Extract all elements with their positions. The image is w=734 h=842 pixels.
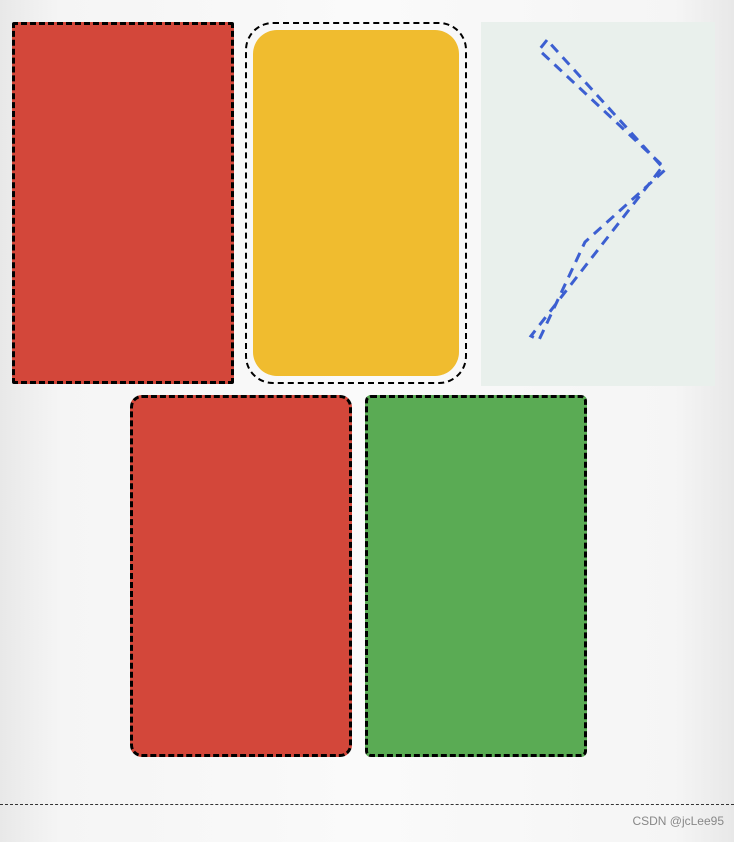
arrow-icon: [481, 22, 715, 386]
divider-line: [0, 804, 734, 805]
arrow-shape-panel: [481, 22, 715, 386]
diagram-canvas: CSDN @jcLee95: [0, 0, 734, 842]
yellow-dashed-border: [245, 22, 467, 384]
arrow-path: [531, 40, 665, 340]
yellow-rounded-rectangle: [245, 22, 467, 384]
watermark-text: CSDN @jcLee95: [632, 814, 724, 828]
red-rectangle-bottom: [130, 395, 352, 757]
red-rectangle-top: [12, 22, 234, 384]
green-rectangle: [365, 395, 587, 757]
